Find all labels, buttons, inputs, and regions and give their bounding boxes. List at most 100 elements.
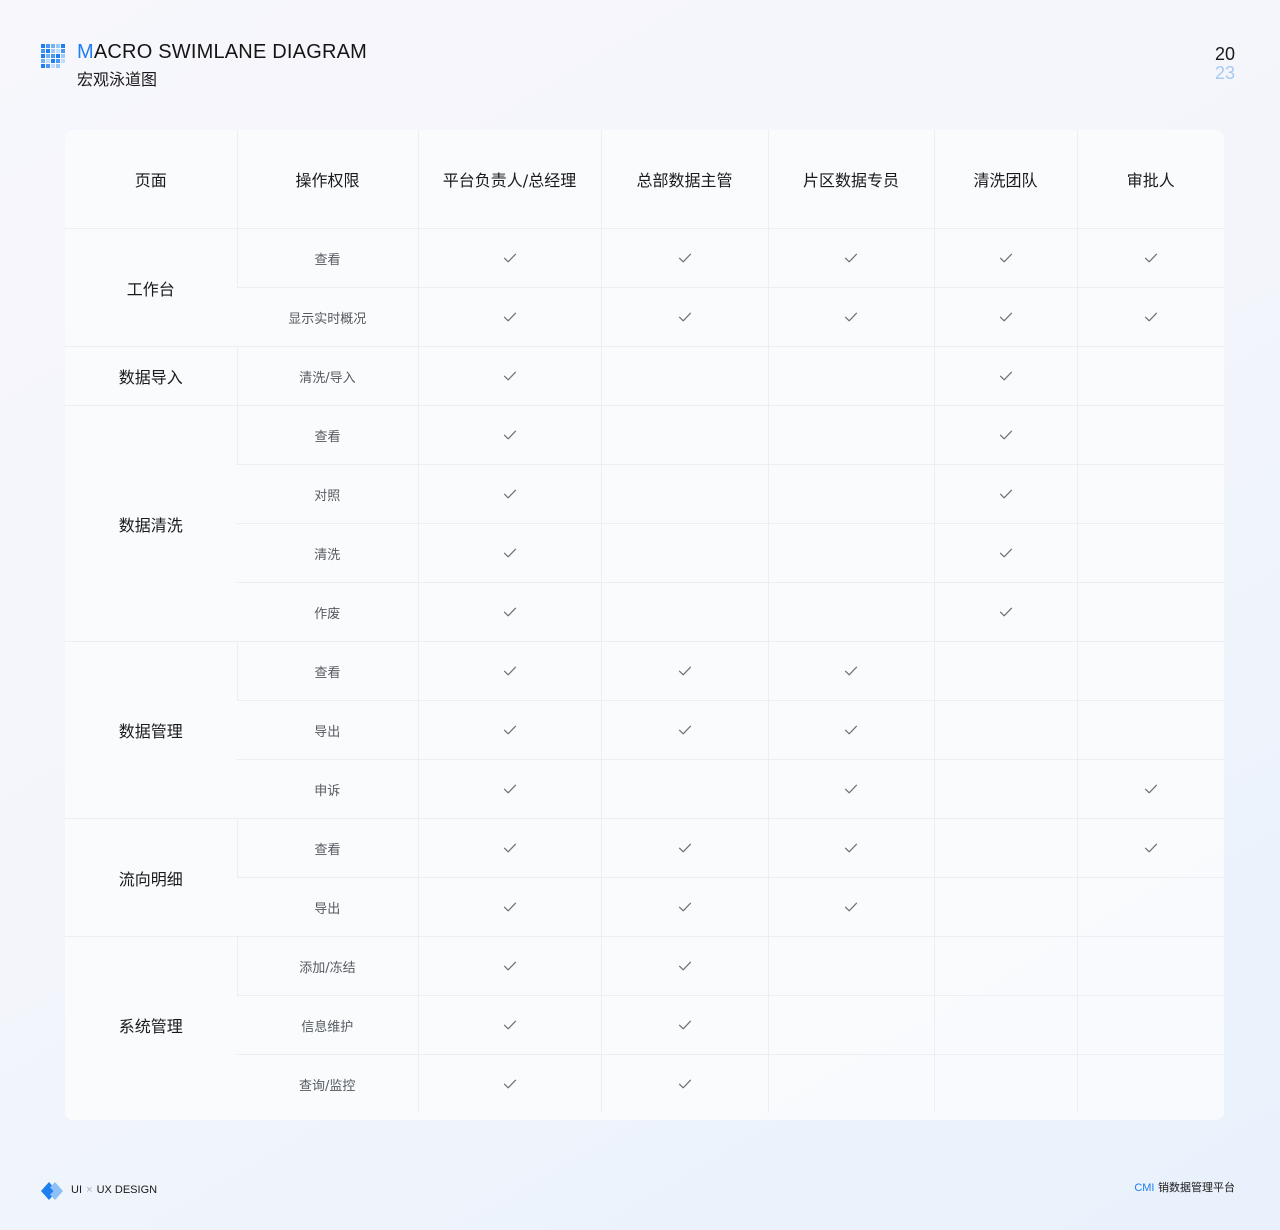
permission-cell: [767, 818, 934, 878]
table-row: 显示实时概况: [65, 287, 1224, 347]
page-cell: 数据管理: [65, 641, 237, 819]
check-icon: [678, 253, 691, 263]
check-icon: [999, 312, 1012, 322]
column-header: 总部数据主管: [600, 130, 768, 229]
column-header: 清洗团队: [933, 130, 1077, 229]
permission-cell: [600, 405, 768, 465]
footer-cross: ×: [86, 1184, 93, 1196]
check-icon: [678, 843, 691, 853]
permission-cell: [417, 995, 601, 1055]
permission-cell: [767, 464, 934, 524]
check-icon: [503, 1079, 516, 1089]
footer-ui: UI: [71, 1184, 82, 1196]
check-icon: [1144, 253, 1157, 263]
permission-cell: [933, 700, 1077, 760]
permission-cell: [417, 641, 601, 701]
permission-cell: [600, 228, 768, 288]
permission-cell: [767, 759, 934, 819]
permission-cell: [600, 995, 768, 1055]
table-body: 工作台 查看 显示实时概况 数据导入 清洗/导入 数据清洗 查看 对照 清洗 作废 数据管理 查看 导出…: [65, 228, 1224, 1113]
permission-cell: [767, 700, 934, 760]
footer-ux-design: UX DESIGN: [96, 1184, 158, 1196]
table-row: 对照: [65, 464, 1224, 524]
check-icon: [503, 1020, 516, 1030]
operation-cell: 查询/监控: [299, 1078, 356, 1094]
check-icon: [503, 489, 516, 499]
check-icon: [678, 1020, 691, 1030]
page-cell: 系统管理: [118, 1017, 183, 1036]
permission-cell: [767, 287, 934, 347]
table-row: 查询/监控: [65, 1054, 1224, 1113]
permission-cell: [933, 936, 1077, 996]
check-icon: [503, 725, 516, 735]
permission-cell: [417, 287, 601, 347]
table-row: 导出: [65, 700, 1224, 760]
check-icon: [503, 253, 516, 263]
table-row: 清洗: [65, 523, 1224, 583]
permission-cell: [600, 641, 768, 701]
permission-cell: [600, 877, 768, 937]
permission-cell: [1076, 641, 1224, 701]
permission-cell: [933, 818, 1077, 878]
permission-cell: [767, 877, 934, 937]
permission-cell: [933, 464, 1077, 524]
permission-cell: [417, 346, 601, 406]
permission-table: 页面 操作权限 平台负责人/总经理 总部数据主管 片区数据专员 清洗团队 审批人 工作台 查看…: [65, 130, 1224, 1113]
check-icon: [999, 548, 1012, 558]
permission-cell: [600, 523, 768, 583]
operation-cell: 清洗/导入: [236, 346, 418, 406]
table-row: 申诉: [65, 759, 1224, 819]
permission-cell: [1076, 818, 1224, 878]
permission-cell: [417, 877, 601, 937]
permission-cell: [1076, 759, 1224, 819]
diamond-logo-icon: [41, 1182, 63, 1200]
permission-cell: [933, 995, 1077, 1055]
permission-cell: [933, 287, 1077, 347]
operation-cell: 查看: [236, 641, 418, 701]
permission-cell: [600, 759, 768, 819]
page-title-en: MACRO SWIMLANE DIAGRAM: [77, 40, 367, 64]
check-icon: [999, 430, 1012, 440]
check-icon: [844, 843, 858, 853]
permission-cell: [767, 936, 934, 996]
permission-cell: [600, 464, 768, 524]
operation-cell: 申诉: [237, 759, 418, 819]
check-icon: [999, 489, 1012, 499]
table-row: 系统管理 添加/冻结: [65, 936, 1224, 1036]
permission-cell: [417, 464, 601, 524]
table-row: 数据管理 查看: [65, 641, 1224, 819]
permission-cell: [1076, 995, 1224, 1055]
footer-brand: UI × UX DESIGN: [71, 1183, 157, 1197]
year-top: 20: [1214, 44, 1235, 64]
column-header: 平台负责人/总经理: [417, 130, 601, 229]
permission-cell: [417, 405, 601, 465]
page-cell: 数据导入: [65, 346, 237, 406]
check-icon: [503, 902, 516, 912]
operation-cell: 显示实时概况: [237, 287, 418, 347]
check-icon: [844, 784, 858, 794]
table-row: 信息维护: [65, 995, 1224, 1055]
operation-cell: 导出: [237, 877, 418, 937]
permission-cell: [417, 523, 601, 583]
permission-cell: [767, 523, 934, 583]
permission-cell: [767, 582, 934, 642]
permission-cell: [933, 346, 1077, 406]
permission-cell: [1076, 405, 1224, 465]
footer-product-name: 销数据管理平台: [1154, 1181, 1235, 1194]
permission-cell: [1076, 287, 1224, 347]
check-icon: [999, 607, 1012, 617]
operation-cell: 清洗: [237, 523, 418, 583]
permission-cell: [933, 1054, 1077, 1113]
check-icon: [503, 548, 516, 558]
footer-product: CMI 销数据管理平台: [1134, 1181, 1235, 1195]
permission-cell: [933, 405, 1077, 465]
table-row: 作废: [65, 582, 1224, 642]
check-icon: [503, 961, 516, 971]
permission-cell: [1076, 877, 1224, 937]
permission-cell: [600, 582, 768, 642]
permission-cell: [767, 346, 934, 406]
column-header: 页面: [65, 130, 237, 229]
check-icon: [844, 902, 858, 912]
check-icon: [844, 666, 858, 676]
operation-cell: 作废: [237, 582, 418, 642]
